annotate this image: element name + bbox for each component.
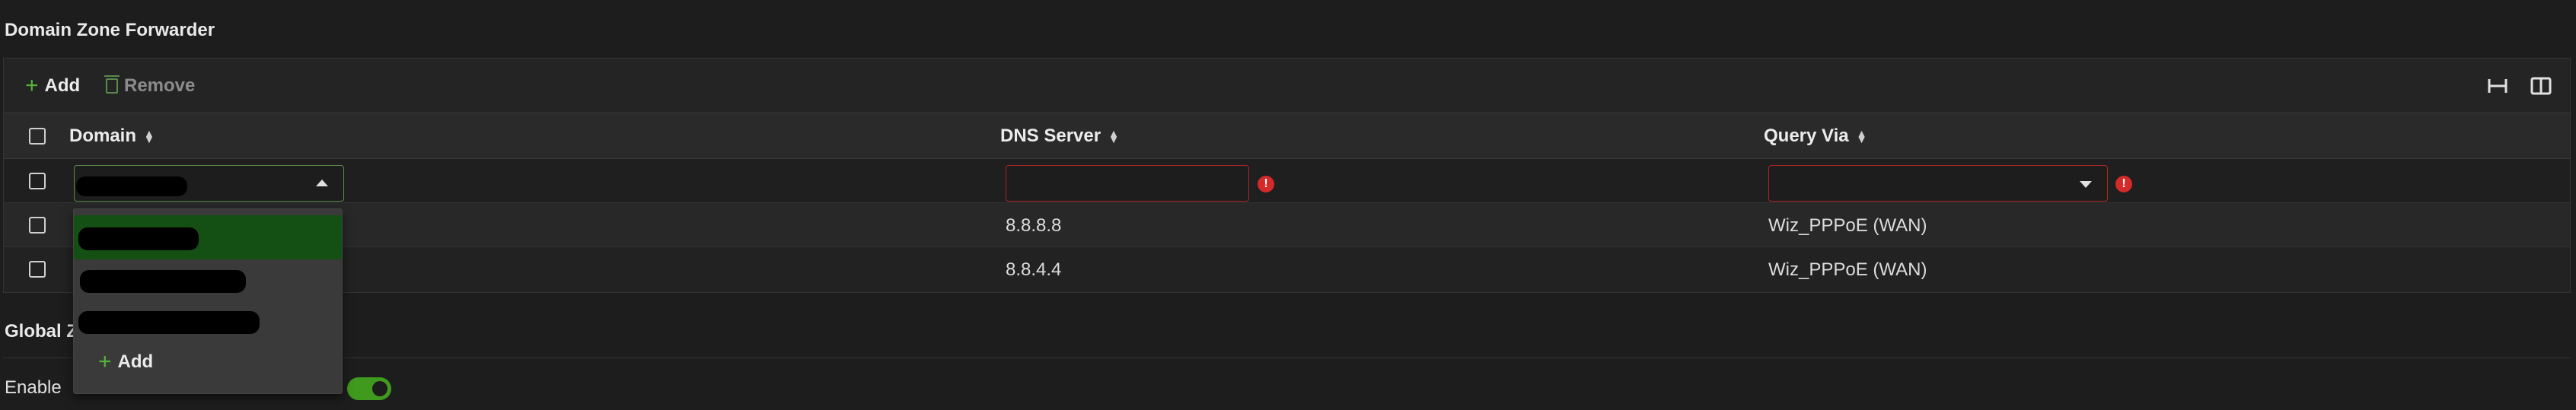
trash-icon (104, 75, 120, 94)
dropdown-add-button[interactable]: + Add (98, 351, 153, 373)
expand-width-icon[interactable] (2485, 74, 2510, 98)
table-toolbar: + Add Remove (4, 59, 2570, 113)
row-checkbox[interactable] (29, 217, 46, 234)
error-icon: ! (1258, 176, 1274, 192)
redacted-value (80, 270, 246, 293)
section-title: Domain Zone Forwarder (5, 20, 215, 40)
dns-server-input[interactable] (1006, 165, 1249, 202)
forwarder-table-panel: + Add Remove Domain ▲ ▼ DNS Server ▲ ▼ Que… (3, 58, 2571, 293)
domain-option[interactable] (74, 215, 342, 259)
table-row[interactable]: 8.8.4.4 Wiz_PPPoE (WAN) (4, 247, 2570, 293)
remove-button[interactable]: Remove (104, 74, 196, 98)
enable-label: Enable (5, 377, 62, 398)
dns-server-cell: 8.8.4.4 (1006, 259, 1062, 280)
chevron-down-icon (2080, 181, 2092, 188)
redacted-value (76, 176, 187, 196)
sort-icon: ▲ ▼ (1108, 127, 1119, 145)
query-via-cell: Wiz_PPPoE (WAN) (1768, 259, 1927, 280)
table-row[interactable]: 8.8.8.8 Wiz_PPPoE (WAN) (4, 203, 2570, 247)
sort-icon: ▲ ▼ (1856, 127, 1867, 145)
add-label: Add (44, 75, 81, 96)
error-icon: ! (2115, 176, 2132, 192)
domain-dropdown-menu: + Add (73, 208, 343, 394)
query-via-select[interactable] (1768, 165, 2108, 202)
chevron-up-icon (316, 180, 328, 186)
row-checkbox[interactable] (29, 173, 46, 189)
sort-icon: ▲ ▼ (144, 127, 155, 145)
redacted-value (78, 227, 199, 250)
header-domain[interactable]: Domain ▲ ▼ (69, 126, 155, 147)
domain-option[interactable] (74, 304, 342, 348)
header-dns-server[interactable]: DNS Server ▲ ▼ (1000, 126, 1119, 147)
table-header: Domain ▲ ▼ DNS Server ▲ ▼ Query Via ▲ ▼ (4, 113, 2570, 159)
plus-icon: + (98, 349, 112, 374)
domain-select[interactable] (74, 165, 344, 202)
redacted-value (78, 311, 260, 334)
remove-label: Remove (124, 75, 196, 96)
query-via-cell: Wiz_PPPoE (WAN) (1768, 215, 1927, 236)
dropdown-add-label: Add (117, 351, 154, 372)
header-query-via[interactable]: Query Via ▲ ▼ (1764, 126, 1867, 147)
dns-server-cell: 8.8.8.8 (1006, 215, 1062, 236)
columns-icon[interactable] (2529, 74, 2553, 98)
toggle-knob (372, 381, 387, 396)
plus-icon: + (25, 73, 39, 98)
enable-toggle[interactable] (347, 377, 391, 400)
select-all-checkbox[interactable] (29, 128, 46, 145)
global-zone-title: Global Z (5, 321, 78, 342)
domain-option[interactable] (74, 259, 342, 304)
row-checkbox[interactable] (29, 261, 46, 278)
add-button[interactable]: + Add (25, 74, 80, 98)
edit-row: ! ! (4, 159, 2570, 203)
